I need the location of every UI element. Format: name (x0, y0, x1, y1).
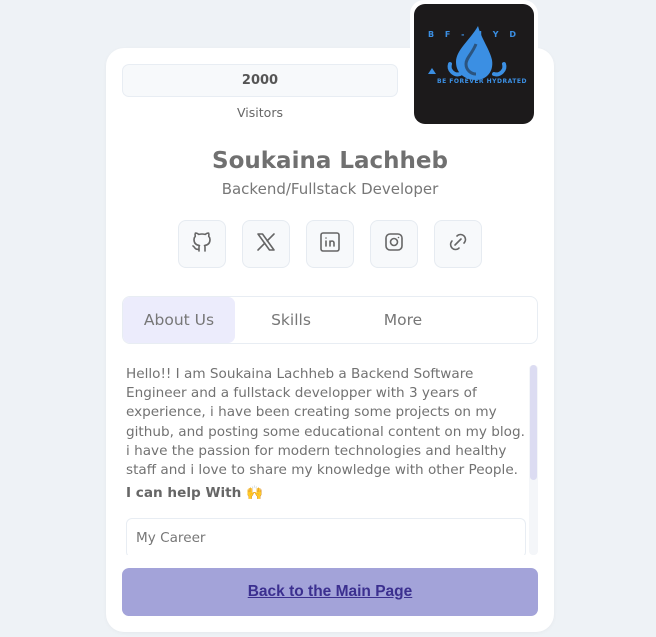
instagram-link[interactable] (370, 220, 418, 268)
scrollbar-thumb[interactable] (530, 365, 537, 480)
tab-bar: About Us Skills More (122, 296, 538, 344)
content-scrollbar[interactable] (529, 365, 538, 555)
career-label: My Career (136, 530, 206, 547)
visitors-count: 2000 (122, 64, 398, 97)
profile-name: Soukaina Lachheb (212, 148, 448, 174)
logo-text: BE FOREVER HYDRATED (437, 78, 527, 85)
social-links (178, 220, 482, 268)
profile-role: Backend/Fullstack Developer (221, 180, 439, 198)
github-icon (190, 230, 214, 258)
linkedin-icon (318, 230, 342, 258)
x-link[interactable] (242, 220, 290, 268)
water-drop-logo-icon: B F - H Y D BE FOREVER HYDRATED (428, 26, 527, 85)
tab-skills[interactable]: Skills (235, 297, 347, 343)
x-icon (254, 230, 278, 258)
career-accordion[interactable]: My Career (126, 518, 526, 555)
about-content: Hello!! I am Soukaina Lachheb a Backend … (126, 365, 528, 555)
github-link[interactable] (178, 220, 226, 268)
tab-about-us[interactable]: About Us (123, 297, 235, 343)
tab-more[interactable]: More (347, 297, 459, 343)
instagram-icon (382, 230, 406, 258)
back-to-main-button[interactable]: Back to the Main Page (122, 568, 538, 616)
visitors-label: Visitors (237, 105, 283, 120)
help-heading: I can help With 🙌 (126, 485, 263, 502)
website-link[interactable] (434, 220, 482, 268)
about-text: Hello!! I am Soukaina Lachheb a Backend … (126, 366, 525, 479)
profile-card: 2000 Visitors Soukaina Lachheb Backend/F… (106, 48, 554, 632)
link-icon (446, 230, 470, 258)
avatar-frame: B F - H Y D BE FOREVER HYDRATED (410, 0, 538, 128)
avatar: B F - H Y D BE FOREVER HYDRATED (414, 4, 534, 124)
linkedin-link[interactable] (306, 220, 354, 268)
